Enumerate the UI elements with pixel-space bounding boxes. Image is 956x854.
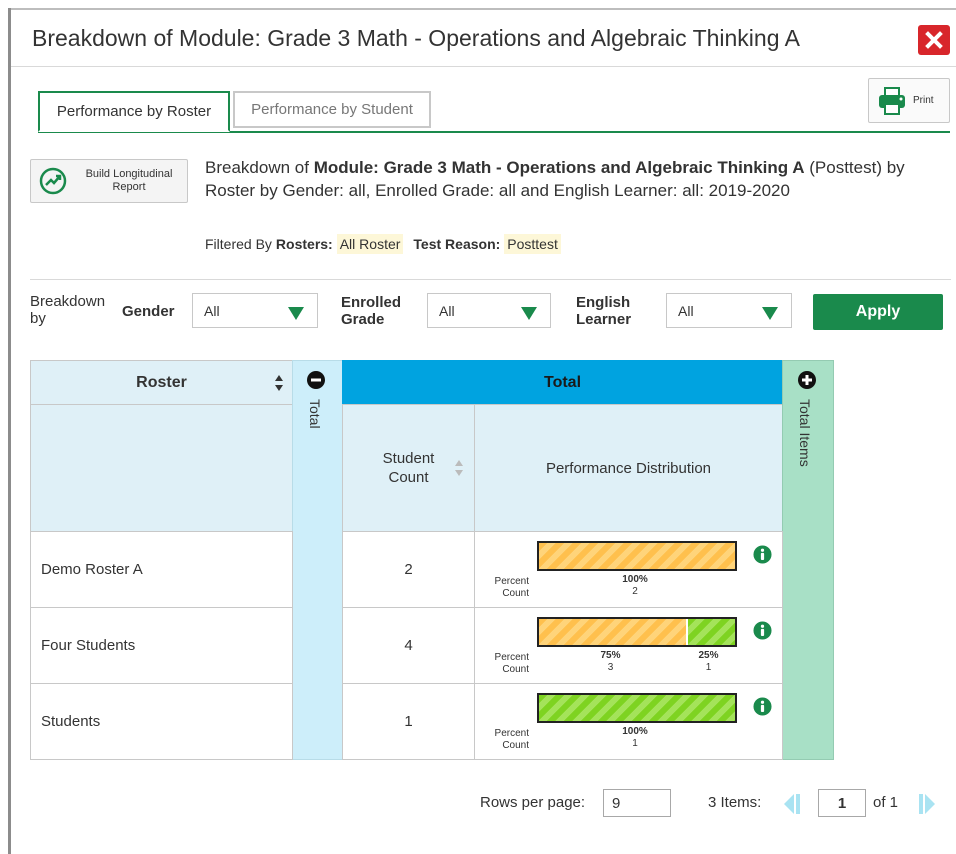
distribution-segment-orange	[539, 543, 735, 569]
dialog-header: Breakdown of Module: Grade 3 Math - Oper…	[11, 10, 956, 67]
roster-header-label: Roster	[136, 373, 187, 391]
gender-select-value: All	[204, 302, 220, 319]
close-button[interactable]	[918, 25, 950, 55]
student-count-cell: 1	[342, 683, 475, 760]
total-column-label: Total	[307, 399, 323, 429]
distribution-bar[interactable]	[537, 541, 737, 571]
report-description: Breakdown of Module: Grade 3 Math - Oper…	[205, 156, 925, 202]
test-reason-label: Test Reason:	[413, 236, 501, 252]
rows-per-page-input[interactable]: 9	[603, 789, 671, 817]
roster-row-name[interactable]: Demo Roster A	[30, 531, 293, 608]
rosters-filter-value: All Roster	[336, 234, 404, 254]
info-icon[interactable]	[753, 621, 772, 640]
page-total-label: of 1	[873, 794, 899, 811]
student-count-cell: 2	[342, 531, 475, 608]
english-learner-label: English Learner	[576, 294, 632, 328]
last-page-icon[interactable]	[917, 792, 939, 816]
performance-distribution-header: Performance Distribution	[474, 404, 783, 532]
rosters-filter-label: Rosters:	[275, 236, 333, 252]
distribution-bar[interactable]	[537, 617, 737, 647]
trend-chart-icon	[39, 167, 67, 195]
distribution-bar[interactable]	[537, 693, 737, 723]
segment-percent: 100%	[622, 574, 648, 585]
segment-count: 1	[632, 738, 638, 749]
breakdown-table: Roster Total Total Student Count Perform…	[30, 360, 834, 760]
total-items-label: Total Items	[797, 399, 813, 467]
student-count-cell: 4	[342, 607, 475, 684]
chevron-down-icon	[288, 307, 304, 320]
items-count-label: 3 Items:	[708, 794, 762, 811]
distribution-segment-green	[539, 695, 735, 721]
segment-count: 1	[705, 662, 712, 673]
english-learner-select-value: All	[678, 302, 694, 319]
sort-icon[interactable]	[274, 374, 284, 392]
count-label: Count	[502, 740, 529, 751]
breakdown-filter-row: Breakdown by Gender All Enrolled Grade A…	[0, 290, 956, 335]
test-reason-value: Posttest	[504, 234, 561, 254]
description-module: Module: Grade 3 Math - Operations and Al…	[313, 158, 805, 177]
distribution-segment-green	[686, 619, 735, 645]
tab-performance-by-student[interactable]: Performance by Student	[233, 91, 431, 128]
print-label: Print	[913, 95, 934, 106]
gender-label: Gender	[122, 303, 175, 320]
filtered-by-prefix: Filtered By	[205, 236, 272, 252]
pagination: Rows per page: 9 3 Items: 1 of 1	[0, 789, 956, 819]
performance-distribution-cell: 100% 2 Percent Count	[474, 531, 783, 608]
breakdown-by-label: Breakdown by	[30, 293, 106, 327]
enrolled-grade-select-value: All	[439, 302, 455, 319]
segment-percent: 100%	[622, 726, 648, 737]
build-longitudinal-report-label: Build Longitudinal Report	[85, 168, 173, 193]
window-frame-left	[8, 8, 11, 854]
printer-icon	[879, 86, 905, 115]
info-icon[interactable]	[753, 697, 772, 716]
performance-distribution-cell: 75% 3 25% 1 Percent Count	[474, 607, 783, 684]
page-number-input[interactable]: 1	[818, 789, 866, 817]
roster-row-name[interactable]: Four Students	[30, 607, 293, 684]
tab-performance-by-roster[interactable]: Performance by Roster	[38, 91, 230, 132]
percent-label: Percent	[494, 576, 529, 587]
enrolled-grade-label: Enrolled Grade	[341, 294, 402, 328]
close-icon	[925, 31, 943, 49]
roster-subheader	[30, 404, 293, 532]
dialog-title: Breakdown of Module: Grade 3 Math - Oper…	[32, 25, 800, 51]
divider	[30, 279, 951, 280]
count-label: Count	[502, 588, 529, 599]
rows-per-page-label: Rows per page:	[480, 794, 586, 811]
description-prefix: Breakdown of	[205, 158, 314, 177]
student-count-header[interactable]: Student Count	[342, 404, 475, 532]
filtered-by: Filtered By Rosters: All Roster Test Rea…	[205, 234, 571, 254]
chevron-down-icon	[521, 307, 537, 320]
collapse-minus-icon[interactable]	[306, 370, 326, 390]
roster-row-name[interactable]: Students	[30, 683, 293, 760]
print-button[interactable]: Print	[868, 78, 950, 123]
student-count-header-label: Student Count	[382, 450, 435, 486]
chevron-down-icon	[762, 307, 778, 320]
enrolled-grade-select[interactable]: All	[427, 293, 551, 328]
apply-button[interactable]: Apply	[813, 294, 943, 330]
total-group-header: Total	[342, 360, 783, 405]
expand-plus-icon[interactable]	[797, 370, 817, 390]
percent-label: Percent	[494, 652, 529, 663]
sort-icon[interactable]	[454, 459, 464, 477]
segment-count: 3	[607, 662, 614, 673]
segment-count: 2	[632, 586, 638, 597]
performance-distribution-cell: 100% 1 Percent Count	[474, 683, 783, 760]
english-learner-select[interactable]: All	[666, 293, 792, 328]
distribution-segment-orange	[539, 619, 686, 645]
gender-select[interactable]: All	[192, 293, 318, 328]
info-icon[interactable]	[753, 545, 772, 564]
build-longitudinal-report-button[interactable]: Build Longitudinal Report	[30, 159, 188, 203]
count-label: Count	[502, 664, 529, 675]
first-page-icon[interactable]	[780, 792, 802, 816]
segment-percent: 75%	[600, 650, 621, 661]
total-items-column-toggle[interactable]: Total Items	[782, 360, 834, 760]
roster-column-header[interactable]: Roster	[30, 360, 293, 405]
total-column-toggle[interactable]: Total	[292, 360, 343, 760]
segment-percent: 25%	[698, 650, 719, 661]
percent-label: Percent	[494, 728, 529, 739]
